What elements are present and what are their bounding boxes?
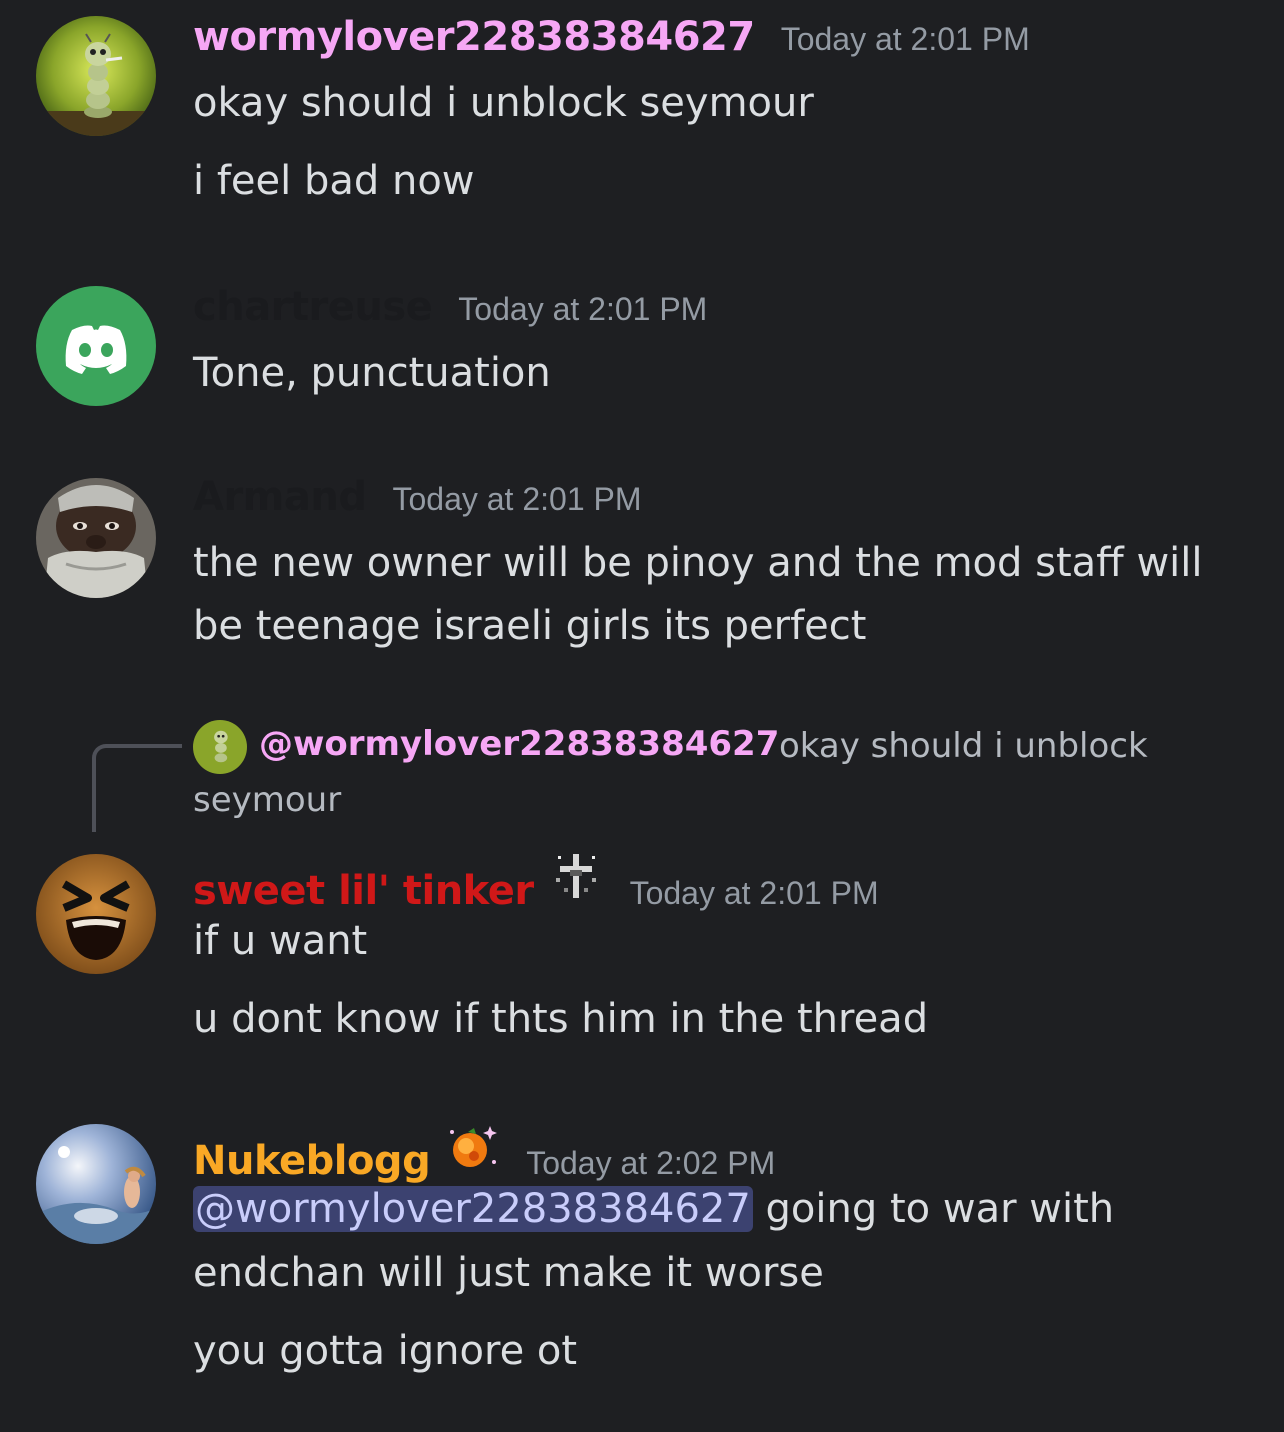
username[interactable]: wormylover22838384627 — [193, 14, 755, 60]
user-mention[interactable]: @wormylover22838384627 — [193, 1186, 753, 1232]
username[interactable]: sweet lil' tinker — [193, 868, 534, 914]
message-header: Armand Today at 2:01 PM — [193, 474, 642, 520]
avatar[interactable] — [36, 478, 156, 598]
bearded-man-photo-icon — [36, 478, 156, 598]
avatar[interactable] — [36, 1124, 156, 1244]
message-text-fragment: going to war with — [752, 1186, 1115, 1232]
reply-preview-text[interactable]: okay should i unblock — [779, 726, 1148, 766]
timestamp: Today at 2:01 PM — [458, 291, 708, 327]
discord-logo-icon — [36, 286, 156, 406]
sparkle-orange-icon — [444, 1118, 500, 1174]
message-text: @wormylover22838384627 going to war with — [193, 1178, 1114, 1241]
fantasy-painting-icon — [36, 1124, 156, 1244]
message-text: be teenage israeli girls its perfect — [193, 603, 867, 649]
reply-avatar[interactable] — [193, 720, 247, 774]
message-text: Tone, punctuation — [193, 350, 551, 396]
timestamp: Today at 2:01 PM — [629, 875, 879, 911]
timestamp: Today at 2:01 PM — [780, 21, 1030, 57]
message-text: if u want — [193, 918, 368, 964]
message-text: endchan will just make it worse — [193, 1250, 824, 1296]
username[interactable]: Armand — [193, 474, 367, 520]
laughing-face-icon — [36, 854, 156, 974]
message-header: chartreuse Today at 2:01 PM — [193, 284, 707, 330]
message-text: you gotta ignore ot — [193, 1328, 578, 1374]
message-text: the new owner will be pinoy and the mod … — [193, 540, 1203, 586]
username[interactable]: chartreuse — [193, 284, 433, 330]
message-text: u dont know if thts him in the thread — [193, 996, 929, 1042]
timestamp: Today at 2:02 PM — [526, 1145, 776, 1181]
avatar[interactable] — [36, 854, 156, 974]
message-header: Nukeblogg Today at 2:02 PM — [193, 1118, 775, 1184]
message-text: okay should i unblock seymour — [193, 80, 814, 126]
timestamp: Today at 2:01 PM — [392, 481, 642, 517]
message-header: sweet lil' tinker Today at 2:01 PM — [193, 848, 879, 914]
reply-spine — [92, 744, 182, 832]
reply-preview-text[interactable]: seymour — [193, 780, 341, 820]
message-header: wormylover22838384627 Today at 2:01 PM — [193, 14, 1030, 60]
reply-username[interactable]: @wormylover22838384627 — [259, 724, 779, 764]
avatar[interactable] — [36, 286, 156, 406]
pixel-cross-icon — [548, 848, 604, 904]
caterpillar-smoking-icon — [193, 720, 247, 774]
avatar[interactable] — [36, 16, 156, 136]
caterpillar-smoking-icon — [36, 16, 156, 136]
message-text: i feel bad now — [193, 158, 475, 204]
